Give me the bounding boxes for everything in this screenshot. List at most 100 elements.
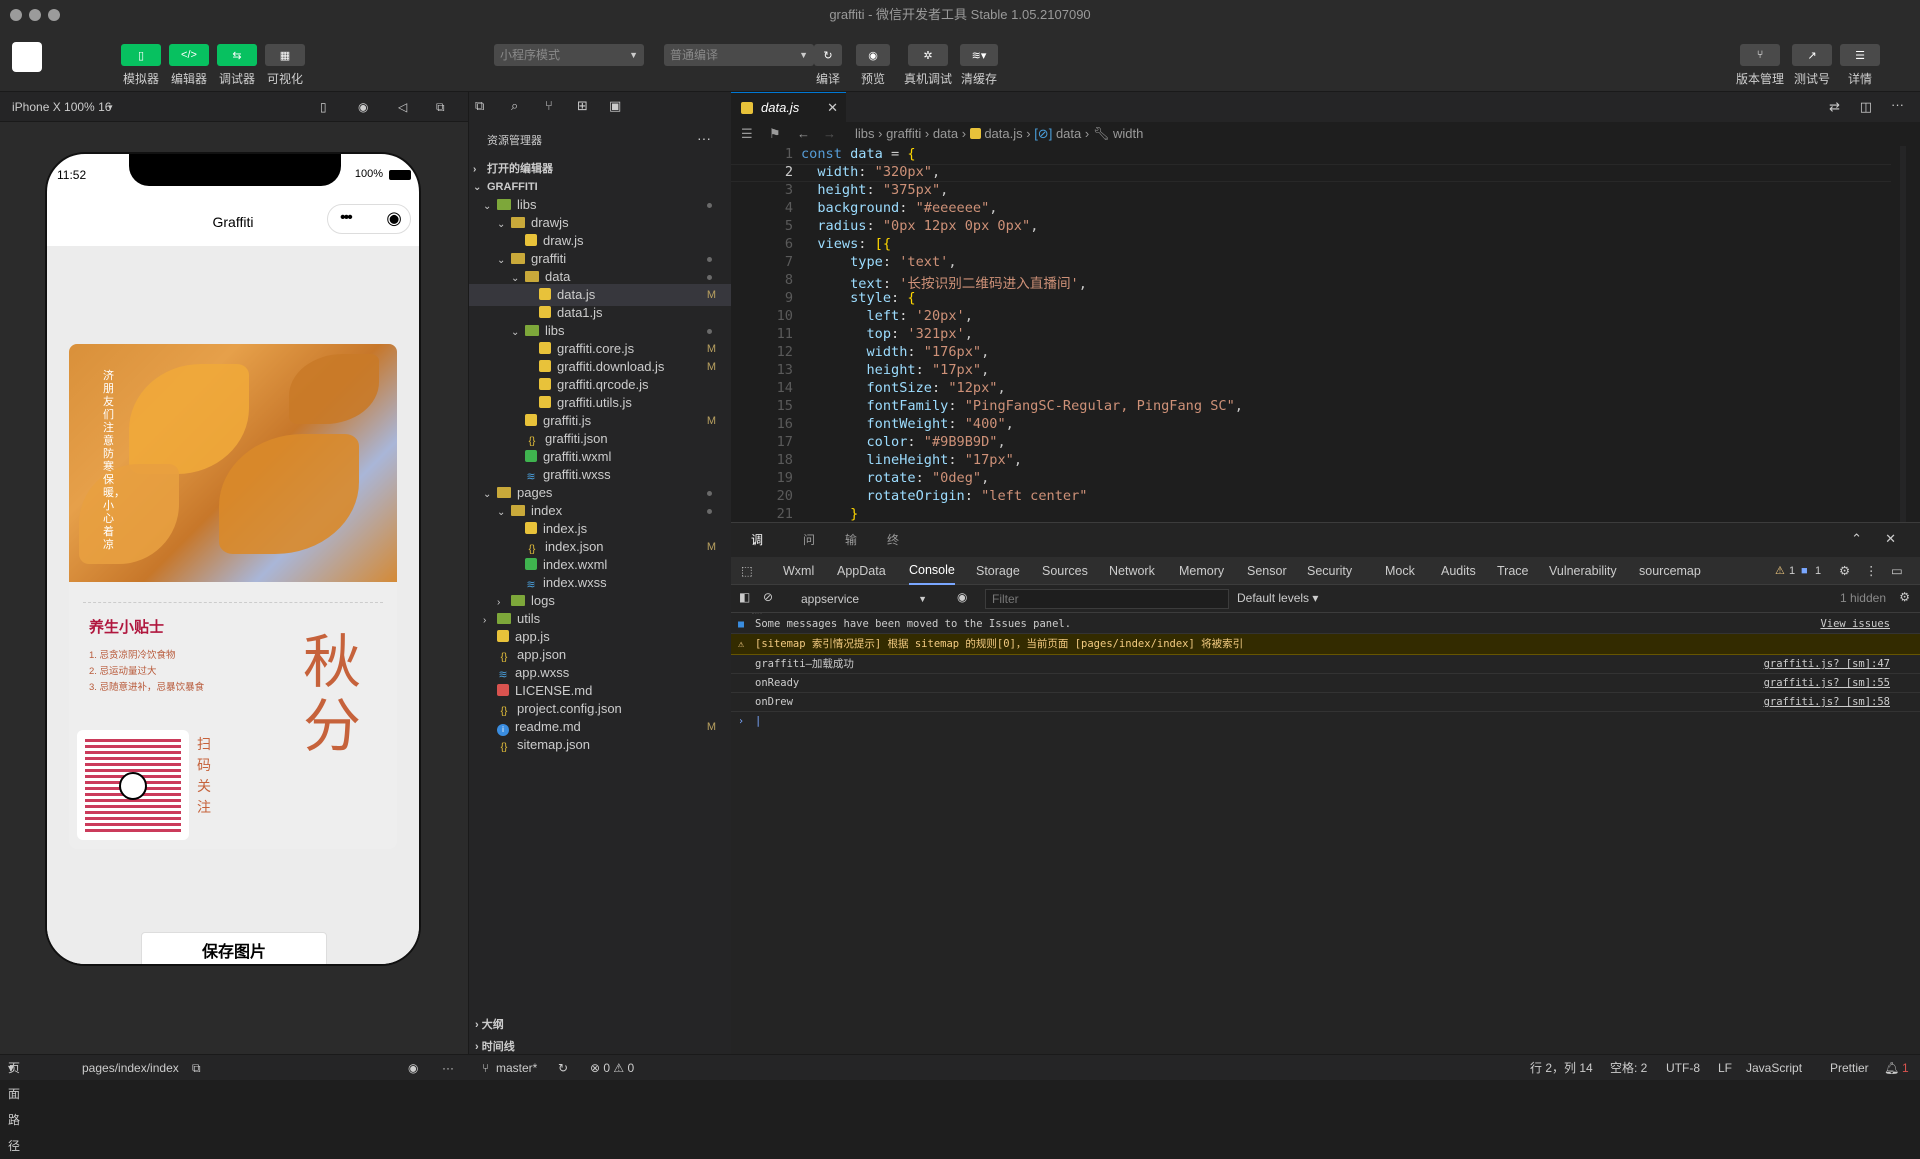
code-line[interactable]: style: { [801, 290, 915, 306]
more-icon[interactable]: ··· [697, 130, 711, 146]
inspect-icon[interactable]: ⬚ [741, 557, 753, 585]
tab-sourcemap[interactable]: sourcemap [1639, 557, 1701, 585]
split-editor-icon[interactable]: ◫ [1860, 99, 1872, 115]
forward-icon[interactable]: → [823, 122, 836, 146]
window-icon[interactable]: ⧉ [436, 92, 445, 122]
source-link[interactable]: graffiti.js? [sm]:47 [1764, 655, 1890, 674]
git-branch[interactable]: master* [496, 1055, 537, 1081]
device-select[interactable]: iPhone X 100% 16 [12, 92, 111, 122]
code-line[interactable]: radius: "0px 12px 0px 0px", [801, 218, 1038, 234]
source-link[interactable]: graffiti.js? [sm]:55 [1764, 674, 1890, 693]
compile-select[interactable]: 普通编译 ▼ [664, 44, 814, 66]
version-button[interactable]: ⑂ 版本管理 [1736, 44, 1784, 87]
breadcrumb-item[interactable]: width [1113, 126, 1143, 141]
tab-security[interactable]: Security [1307, 557, 1352, 585]
tab-storage[interactable]: Storage [976, 557, 1020, 585]
warning-icon[interactable]: ⚠ [1775, 557, 1785, 585]
timeline-section[interactable]: › 时间线 [475, 1038, 515, 1054]
back-icon[interactable]: ← [797, 122, 810, 146]
close-icon[interactable]: ✕ [1885, 531, 1896, 547]
record-icon[interactable]: ◉ [358, 92, 368, 122]
sync-icon[interactable]: ↻ [558, 1055, 568, 1081]
indent-setting[interactable]: 空格: 2 [1610, 1055, 1647, 1081]
eye-icon[interactable]: ◉ [408, 1055, 418, 1081]
tab-data-js[interactable]: data.js ✕ [731, 92, 846, 122]
code-line[interactable]: background: "#eeeeee", [801, 200, 997, 216]
code-area[interactable]: 1 const data = {2 width: "320px", 3 height… [731, 146, 1920, 522]
code-line[interactable]: fontFamily: "PingFangSC-Regular, PingFan… [801, 398, 1242, 414]
close-icon[interactable]: ✕ [827, 93, 838, 123]
breadcrumb-item[interactable]: graffiti [886, 126, 921, 141]
list-item[interactable]: {} sitemap.json [469, 734, 732, 756]
code-line[interactable]: views: [{ [801, 236, 891, 252]
more-vertical-icon[interactable]: ⋮ [1865, 557, 1878, 585]
tab-vulnerability[interactable]: Vulnerability [1549, 557, 1617, 585]
code-line[interactable]: left: '20px', [801, 308, 972, 324]
maximize-window-button[interactable] [48, 9, 60, 21]
language-mode[interactable]: JavaScript [1746, 1055, 1802, 1081]
code-line[interactable]: top: '321px', [801, 326, 972, 342]
save-image-button[interactable]: 保存图片 [141, 932, 327, 964]
code-line[interactable]: height: "17px", [801, 362, 989, 378]
tab-audits[interactable]: Audits [1441, 557, 1476, 585]
code-line[interactable]: text: '长按识别二维码进入直播间', [801, 272, 1087, 292]
test-account-button[interactable]: ↗ 测试号 [1792, 44, 1832, 87]
avatar[interactable] [12, 42, 42, 72]
real-debug-button[interactable]: ✲ 真机调试 [904, 44, 952, 87]
context-select[interactable]: appservice ▼ [797, 589, 933, 609]
page-path[interactable]: pages/index/index [82, 1055, 179, 1081]
problems-count[interactable]: ⊗ 0 ⚠ 0 [590, 1055, 634, 1081]
code-line[interactable]: rotateOrigin: "left center" [801, 488, 1087, 504]
view-issues-link[interactable]: View issues [1820, 615, 1890, 634]
close-circle-icon[interactable]: ◉ [386, 208, 402, 229]
editor-button[interactable]: </> 编辑器 [169, 44, 209, 87]
minimap[interactable] [1900, 146, 1906, 522]
debugger-button[interactable]: ⇆ 调试器 [217, 44, 257, 87]
extensions-icon[interactable]: ⊞ [577, 98, 588, 114]
gear-icon[interactable]: ⚙ [1839, 557, 1850, 585]
clear-console-icon[interactable]: ⊘ [763, 590, 773, 604]
tab-mock[interactable]: Mock [1385, 557, 1415, 585]
tab-wxml[interactable]: Wxml [783, 557, 814, 585]
eye-icon[interactable]: ◉ [957, 590, 967, 604]
info-icon[interactable]: ■ [1801, 557, 1808, 585]
code-line[interactable]: const data = { [801, 146, 916, 162]
search-icon[interactable]: ⌕ [511, 98, 518, 114]
dock-icon[interactable]: ▭ [1891, 557, 1903, 585]
code-line[interactable]: fontWeight: "400", [801, 416, 1013, 432]
details-button[interactable]: ☰ 详情 [1840, 44, 1880, 87]
compare-icon[interactable]: ⇄ [1829, 99, 1840, 115]
line-ending[interactable]: LF [1718, 1055, 1732, 1081]
capsule-menu[interactable]: ••• ◉ [327, 204, 411, 234]
copy-icon[interactable]: ⧉ [475, 98, 484, 114]
more-icon[interactable]: ··· [442, 1055, 454, 1081]
tab-sensor[interactable]: Sensor [1247, 557, 1287, 585]
close-window-button[interactable] [10, 9, 22, 21]
code-line[interactable]: type: 'text', [801, 254, 956, 270]
copy-icon[interactable]: ⧉ [192, 1055, 201, 1081]
mode-select[interactable]: 小程序模式 ▼ [494, 44, 644, 66]
gear-icon[interactable]: ⚙ [1899, 590, 1910, 604]
volume-icon[interactable]: ◁ [398, 92, 407, 122]
code-line[interactable]: width: "320px", [801, 164, 940, 180]
console-filter-input[interactable]: Filter [985, 589, 1229, 609]
breadcrumb-item[interactable]: data.js [984, 126, 1022, 141]
tab-console[interactable]: Console [909, 557, 955, 585]
tab-trace[interactable]: Trace [1497, 557, 1529, 585]
breadcrumb-item[interactable]: data [933, 126, 958, 141]
bookmark-icon[interactable]: ⚑ [769, 122, 781, 146]
clear-cache-button[interactable]: ≋▾ 清缓存 [960, 44, 998, 87]
tab-appdata[interactable]: AppData [837, 557, 886, 585]
log-levels-select[interactable]: Default levels ▾ [1237, 591, 1318, 605]
phone-icon[interactable]: ▯ [320, 92, 327, 122]
compile-button[interactable]: ↻ 编译 [814, 44, 842, 87]
outline-section[interactable]: › 大纲 [475, 1016, 504, 1032]
tab-memory[interactable]: Memory [1179, 557, 1224, 585]
sidebar-icon[interactable]: ◧ [739, 590, 750, 604]
code-line[interactable]: lineHeight: "17px", [801, 452, 1022, 468]
breadcrumb-item[interactable]: libs [855, 126, 875, 141]
code-line[interactable]: } [801, 506, 858, 522]
breadcrumb-item[interactable]: data [1056, 126, 1081, 141]
more-icon[interactable]: ··· [1891, 97, 1904, 112]
code-line[interactable]: width: "176px", [801, 344, 989, 360]
